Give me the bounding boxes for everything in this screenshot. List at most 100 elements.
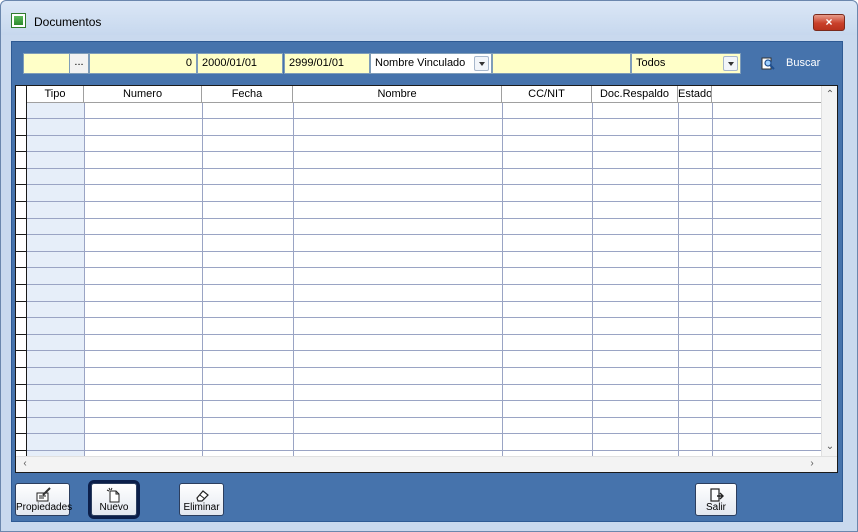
new-label: Nuevo — [99, 502, 129, 513]
delete-button[interactable]: Eliminar — [179, 483, 224, 516]
column-header-nombre[interactable]: Nombre — [293, 86, 502, 103]
row-indicator[interactable] — [16, 186, 27, 202]
filter-row: ... 0 2000/01/01 2999/01/01 Nombre Vincu… — [23, 52, 833, 76]
table-row[interactable] — [27, 385, 822, 402]
column-header-estado[interactable]: Estado — [678, 86, 712, 103]
column-header-tipo[interactable]: Tipo — [27, 86, 84, 103]
grid-line — [592, 103, 593, 457]
column-header-ccnit[interactable]: CC/NIT — [502, 86, 592, 103]
column-header-numero[interactable]: Numero — [84, 86, 202, 103]
horizontal-scrollbar[interactable]: ‹ › — [16, 456, 837, 472]
lookup-button[interactable]: ... — [69, 53, 89, 74]
table-row[interactable] — [27, 402, 822, 418]
app-icon — [11, 13, 26, 28]
row-indicator[interactable] — [16, 319, 27, 335]
row-indicator[interactable] — [16, 335, 27, 352]
filter-type-selected: Nombre Vinculado — [375, 57, 466, 69]
table-row[interactable] — [27, 236, 822, 252]
scroll-up-icon[interactable]: ⌃ — [823, 88, 837, 102]
table-row[interactable] — [27, 352, 822, 368]
client-area: ... 0 2000/01/01 2999/01/01 Nombre Vincu… — [11, 41, 843, 522]
chevron-down-icon[interactable] — [723, 56, 738, 71]
table-row[interactable] — [27, 186, 822, 202]
row-indicator[interactable] — [16, 402, 27, 418]
table-row[interactable] — [27, 302, 822, 319]
exit-door-icon — [710, 488, 724, 502]
row-indicator[interactable] — [16, 369, 27, 385]
search-icon — [761, 57, 775, 70]
status-select[interactable]: Todos — [631, 53, 741, 74]
code-field[interactable] — [23, 53, 70, 74]
table-row[interactable] — [27, 103, 822, 119]
row-indicator[interactable] — [16, 136, 27, 153]
eraser-icon — [195, 490, 209, 502]
grid-header: Tipo Numero Fecha Nombre CC/NIT Doc.Resp… — [16, 86, 822, 103]
row-indicator[interactable] — [16, 103, 27, 119]
vertical-scrollbar[interactable]: ⌃ ⌄ — [821, 86, 837, 457]
row-indicator[interactable] — [16, 153, 27, 169]
chevron-down-icon[interactable] — [474, 56, 489, 71]
grid-line — [712, 103, 713, 457]
table-row[interactable] — [27, 369, 822, 385]
row-indicator[interactable] — [16, 120, 27, 136]
filter-text-field[interactable] — [492, 53, 631, 74]
row-indicator-column — [16, 86, 27, 457]
filter-type-select[interactable]: Nombre Vinculado — [370, 53, 492, 74]
row-indicator[interactable] — [16, 302, 27, 319]
status-selected: Todos — [636, 57, 666, 69]
search-label: Buscar — [786, 57, 821, 69]
documents-window: Documentos × ... 0 2000/01/01 2999/01/01… — [0, 0, 858, 532]
row-indicator[interactable] — [16, 286, 27, 302]
row-indicator[interactable] — [16, 385, 27, 402]
table-row[interactable] — [27, 286, 822, 302]
grid-line — [293, 103, 294, 457]
properties-label: Propiedades — [16, 502, 73, 513]
grid-rows — [27, 103, 822, 457]
table-row[interactable] — [27, 269, 822, 285]
documents-grid[interactable]: Tipo Numero Fecha Nombre CC/NIT Doc.Resp… — [15, 85, 838, 473]
scroll-right-icon[interactable]: › — [805, 457, 819, 471]
table-row[interactable] — [27, 153, 822, 169]
table-row[interactable] — [27, 219, 822, 236]
table-row[interactable] — [27, 120, 822, 136]
row-indicator[interactable] — [16, 435, 27, 451]
date-to-field[interactable]: 2999/01/01 — [284, 53, 370, 74]
column-header-fecha[interactable]: Fecha — [202, 86, 293, 103]
table-row[interactable] — [27, 136, 822, 153]
title-bar[interactable]: Documentos × — [1, 1, 857, 35]
row-indicator[interactable] — [16, 236, 27, 252]
table-row[interactable] — [27, 335, 822, 352]
scroll-left-icon[interactable]: ‹ — [18, 457, 32, 471]
row-indicator[interactable] — [16, 269, 27, 285]
table-row[interactable] — [27, 418, 822, 435]
column-header-doc-respaldo[interactable]: Doc.Respaldo — [592, 86, 678, 103]
new-document-icon — [106, 487, 120, 503]
row-indicator[interactable] — [16, 352, 27, 368]
scroll-down-icon[interactable]: ⌄ — [823, 440, 837, 454]
row-indicator[interactable] — [16, 203, 27, 219]
grid-line — [678, 103, 679, 457]
table-row[interactable] — [27, 319, 822, 335]
window-title: Documentos — [34, 15, 102, 29]
table-row[interactable] — [27, 169, 822, 186]
date-from-field[interactable]: 2000/01/01 — [197, 53, 283, 74]
row-indicator[interactable] — [16, 219, 27, 236]
edit-properties-icon — [36, 487, 51, 502]
grid-line — [202, 103, 203, 457]
exit-button[interactable]: Salir — [695, 483, 737, 516]
search-button[interactable]: Buscar — [761, 52, 833, 76]
number-field[interactable]: 0 — [89, 53, 197, 74]
row-indicator[interactable] — [16, 169, 27, 186]
new-button[interactable]: Nuevo — [91, 483, 137, 516]
table-row[interactable] — [27, 252, 822, 269]
grid-line — [84, 103, 85, 457]
table-row[interactable] — [27, 203, 822, 219]
properties-button[interactable]: Propiedades — [15, 483, 73, 516]
grid-line — [502, 103, 503, 457]
exit-label: Salir — [705, 502, 726, 513]
table-row[interactable] — [27, 435, 822, 451]
close-button[interactable]: × — [813, 14, 845, 31]
row-indicator[interactable] — [16, 252, 27, 269]
row-indicator[interactable] — [16, 418, 27, 435]
delete-label: Eliminar — [183, 502, 220, 513]
